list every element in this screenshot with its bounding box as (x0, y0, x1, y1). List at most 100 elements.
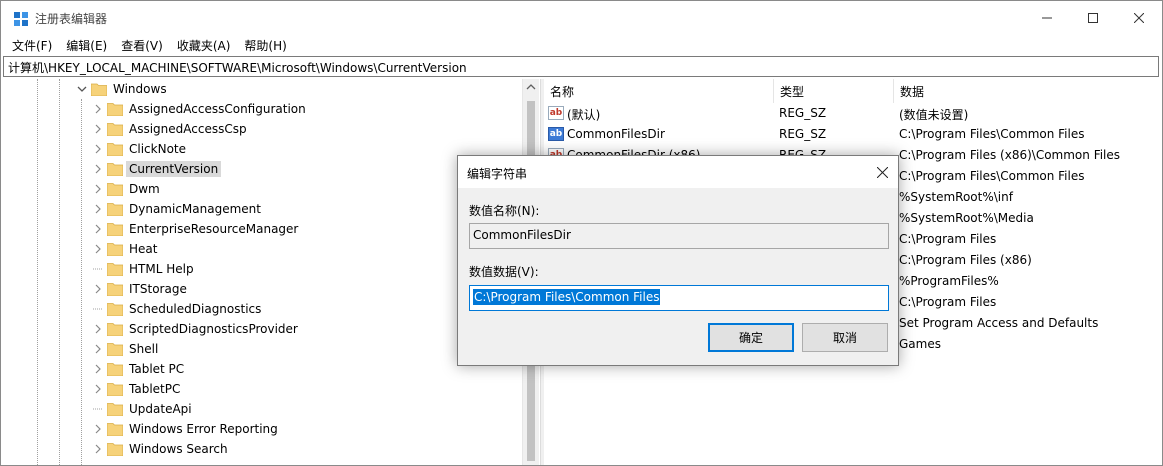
folder-icon (107, 103, 123, 116)
menu-favorites[interactable]: 收藏夹(A) (170, 35, 238, 55)
folder-icon (107, 163, 123, 176)
tree-item-label: ITStorage (129, 282, 187, 296)
value-name-label: 数值名称(N): (469, 204, 540, 218)
scroll-up-icon[interactable] (526, 83, 536, 91)
tree-item-label: ClickNote (129, 142, 186, 156)
chevron-right-icon[interactable] (93, 184, 103, 194)
chevron-right-icon[interactable] (93, 344, 103, 354)
value-row[interactable]: ab CommonFilesDir REG_SZ C:\Program Files\C… (544, 125, 1162, 146)
tree-item[interactable]: CurrentVersion (93, 159, 222, 179)
folder-icon (107, 283, 123, 296)
value-name-field[interactable]: CommonFilesDir (469, 223, 889, 249)
value-name: CommonFilesDir (567, 127, 665, 141)
chevron-right-icon[interactable] (93, 204, 103, 214)
chevron-right-icon[interactable] (93, 144, 103, 154)
folder-icon (107, 143, 123, 156)
tree-item[interactable]: ClickNote (93, 139, 189, 159)
tree-item[interactable]: AssignedAccessCsp (93, 119, 250, 139)
column-header-name[interactable]: 名称 (544, 79, 774, 103)
value-data: C:\Program Files (899, 232, 997, 246)
tree-item[interactable]: Dwm (93, 179, 163, 199)
tree-item[interactable]: Tablet PC (93, 359, 187, 379)
tree-item[interactable]: Windows Search (93, 439, 231, 459)
chevron-down-icon[interactable] (77, 84, 87, 94)
close-button[interactable] (1116, 1, 1162, 35)
chevron-right-icon[interactable] (93, 324, 103, 334)
tree-item-label: Windows (113, 82, 167, 96)
value-data-selected-text: C:\Program Files\Common Files (473, 289, 661, 305)
folder-icon (107, 223, 123, 236)
window-title: 注册表编辑器 (35, 12, 108, 26)
menu-file[interactable]: 文件(F) (5, 35, 59, 55)
tree-item[interactable]: DynamicManagement (93, 199, 264, 219)
maximize-icon (1088, 13, 1098, 23)
tree-item[interactable]: AssignedAccessConfiguration (93, 99, 309, 119)
string-value-icon: ab (548, 127, 564, 141)
tree-item[interactable]: Windows Error Reporting (93, 419, 281, 439)
folder-icon (107, 203, 123, 216)
tree-guide-line (37, 79, 38, 465)
tree-connector (93, 304, 103, 314)
value-data: C:\Program Files (x86) (899, 253, 1032, 267)
tree-item-label: Windows Search (129, 442, 228, 456)
edit-string-dialog: 编辑字符串 数值名称(N): CommonFilesDir 数值数据(V): C… (457, 155, 899, 366)
value-data-input[interactable]: C:\Program Files\Common Files (469, 285, 889, 311)
tree-guide-line (81, 99, 82, 465)
chevron-right-icon[interactable] (93, 284, 103, 294)
chevron-right-icon[interactable] (93, 124, 103, 134)
chevron-right-icon[interactable] (93, 224, 103, 234)
menu-view[interactable]: 查看(V) (114, 35, 170, 55)
minimize-button[interactable] (1024, 1, 1070, 35)
value-name: (默认) (567, 108, 601, 122)
tree-item[interactable]: ScriptedDiagnosticsProvider (93, 319, 301, 339)
tree-item-label: HTML Help (129, 262, 194, 276)
cancel-button[interactable]: 取消 (802, 323, 888, 352)
value-data: Set Program Access and Defaults (899, 316, 1099, 330)
dialog-title: 编辑字符串 (467, 167, 528, 181)
tree-connector (93, 404, 103, 414)
ok-button[interactable]: 确定 (708, 323, 794, 352)
value-type: REG_SZ (779, 127, 827, 141)
tree-item-label: EnterpriseResourceManager (129, 222, 299, 236)
tree-item[interactable]: ScheduledDiagnostics (93, 299, 264, 319)
folder-icon (107, 343, 123, 356)
tree-item-label: ScriptedDiagnosticsProvider (129, 322, 298, 336)
menu-edit[interactable]: 编辑(E) (59, 35, 114, 55)
tree-item[interactable]: Shell (93, 339, 161, 359)
tree-item-label: Windows Error Reporting (129, 422, 278, 436)
registry-editor-app-icon (14, 12, 28, 26)
chevron-right-icon[interactable] (93, 104, 103, 114)
value-data: C:\Program Files (x86)\Common Files (899, 148, 1121, 162)
folder-icon (107, 263, 123, 276)
value-data: C:\Program Files\Common Files (899, 127, 1085, 141)
tree-item[interactable]: ITStorage (93, 279, 190, 299)
minimize-icon (1042, 17, 1052, 19)
tree-item[interactable]: TabletPC (93, 379, 183, 399)
chevron-right-icon[interactable] (93, 244, 103, 254)
chevron-right-icon[interactable] (93, 364, 103, 374)
column-header-data[interactable]: 数据 (894, 79, 1162, 103)
tree-item[interactable]: EnterpriseResourceManager (93, 219, 301, 239)
chevron-right-icon[interactable] (93, 444, 103, 454)
tree-item-label: CurrentVersion (126, 161, 222, 177)
address-bar[interactable]: 计算机\HKEY_LOCAL_MACHINE\SOFTWARE\Microsof… (3, 56, 1159, 77)
chevron-right-icon[interactable] (93, 384, 103, 394)
maximize-button[interactable] (1070, 1, 1116, 35)
chevron-right-icon[interactable] (93, 424, 103, 434)
tree-item-windows[interactable]: Windows (77, 79, 170, 99)
value-row[interactable]: ab (默认) REG_SZ (数值未设置) (544, 104, 1162, 125)
folder-icon (107, 323, 123, 336)
tree-item[interactable]: HTML Help (93, 259, 197, 279)
folder-icon (107, 123, 123, 136)
value-data: C:\Program Files (899, 295, 997, 309)
tree-item[interactable]: UpdateApi (93, 399, 195, 419)
menu-help[interactable]: 帮助(H) (237, 35, 293, 55)
registry-editor-window: 注册表编辑器 文件(F) 编辑(E) 查看(V) 收藏夹(A) 帮助(H) 计算… (0, 0, 1163, 466)
tree-item[interactable]: Heat (93, 239, 160, 259)
chevron-right-icon[interactable] (93, 164, 103, 174)
dialog-close-button[interactable] (870, 162, 894, 182)
dialog-title-bar[interactable]: 编辑字符串 (458, 156, 898, 188)
folder-open-icon (91, 83, 107, 96)
title-bar[interactable]: 注册表编辑器 (1, 1, 1162, 35)
column-header-type[interactable]: 类型 (774, 79, 894, 103)
